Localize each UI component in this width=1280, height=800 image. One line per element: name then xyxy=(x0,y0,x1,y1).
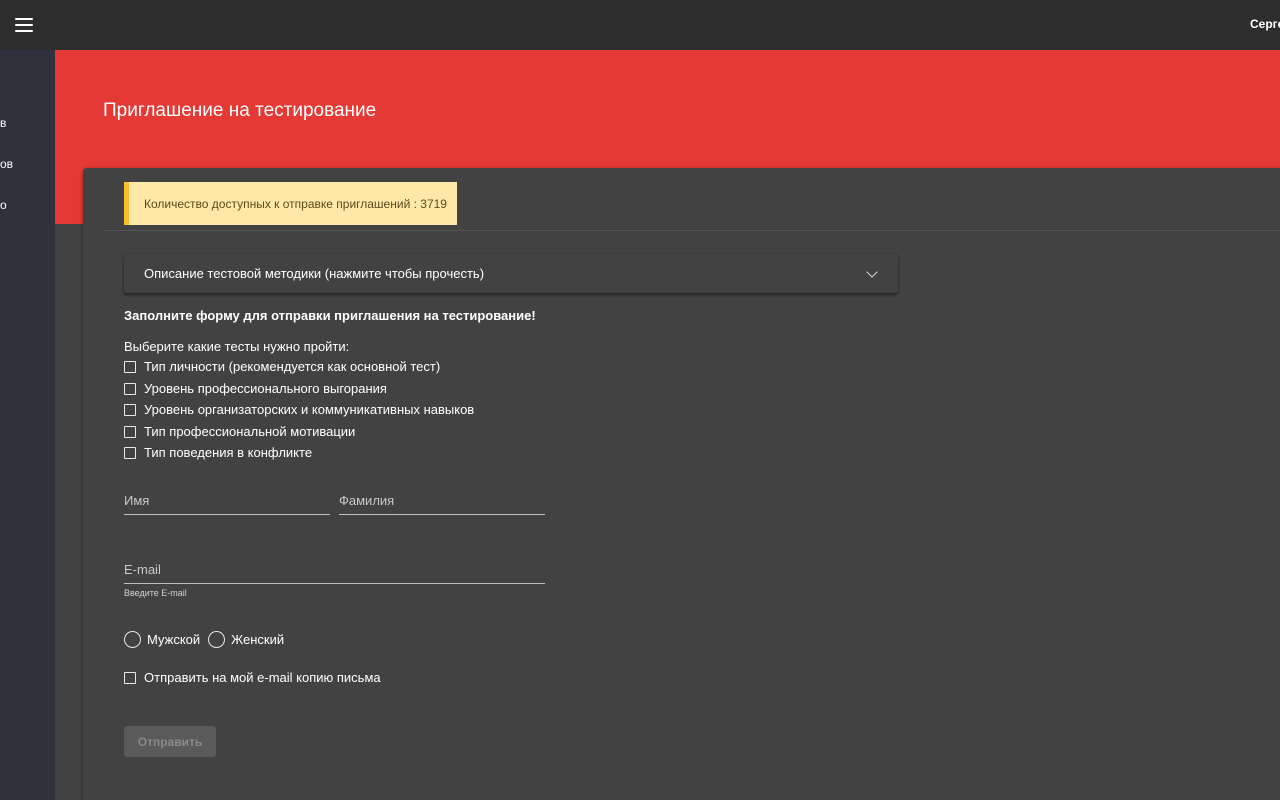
sidebar-header xyxy=(0,0,55,50)
gender-radio-male[interactable]: Мужской xyxy=(124,631,200,648)
radio-button[interactable] xyxy=(208,631,226,648)
send-copy-checkbox[interactable]: Отправить на мой e-mail копию письма xyxy=(124,670,381,685)
expander-label: Описание тестовой методики (нажмите чтоб… xyxy=(144,266,485,281)
first-name-input[interactable] xyxy=(124,489,330,515)
page-title: Приглашение на тестирование xyxy=(103,100,377,121)
checkbox[interactable] xyxy=(124,425,136,438)
checkbox[interactable] xyxy=(124,403,136,416)
sidebar-item-label: ов xyxy=(0,157,14,171)
form-heading: Заполните форму для отправки приглашения… xyxy=(124,308,536,323)
email-helper-text: Введите E-mail xyxy=(124,588,187,598)
last-name-field xyxy=(339,489,545,515)
checkbox-label: Тип поведения в конфликте xyxy=(144,445,313,460)
method-description-expander[interactable]: Описание тестовой методики (нажмите чтоб… xyxy=(124,254,898,293)
invitations-count-alert: Количество доступных к отправке приглаше… xyxy=(124,182,457,225)
sidebar-item-label: о xyxy=(0,198,7,212)
sidebar-item-3[interactable]: о xyxy=(0,194,55,218)
divider xyxy=(104,230,1280,231)
checkbox[interactable] xyxy=(124,671,136,684)
submit-button[interactable]: Отправить xyxy=(124,726,216,757)
checkbox[interactable] xyxy=(124,360,136,373)
radio-button[interactable] xyxy=(124,631,141,648)
sidebar-item-1[interactable]: в xyxy=(0,112,55,136)
sidebar-item-label: в xyxy=(0,116,7,130)
test-checkbox-motivation[interactable]: Тип профессиональной мотивации xyxy=(124,424,355,439)
checkbox[interactable] xyxy=(124,446,136,459)
first-name-field xyxy=(124,489,330,515)
email-input[interactable] xyxy=(124,558,545,584)
checkbox-label: Отправить на мой e-mail копию письма xyxy=(144,670,381,685)
gender-radio-group: Мужской Женский xyxy=(124,631,292,648)
test-checkbox-conflict[interactable]: Тип поведения в конфликте xyxy=(124,445,312,460)
user-name[interactable]: Серге xyxy=(1250,17,1280,31)
radio-label: Женский xyxy=(231,632,285,647)
tests-label: Выберите какие тесты нужно пройти: xyxy=(124,339,350,354)
email-field xyxy=(124,558,545,584)
chevron-down-icon xyxy=(866,266,878,278)
test-checkbox-organizational-skills[interactable]: Уровень организаторских и коммуникативны… xyxy=(124,402,474,417)
test-checkbox-burnout[interactable]: Уровень профессионального выгорания xyxy=(124,381,387,396)
checkbox-label: Тип профессиональной мотивации xyxy=(144,424,356,439)
gender-radio-female[interactable]: Женский xyxy=(208,631,284,648)
radio-label: Мужской xyxy=(147,632,201,647)
hamburger-menu-icon[interactable] xyxy=(14,18,33,32)
invitation-card: Количество доступных к отправке приглаше… xyxy=(83,168,1280,800)
last-name-input[interactable] xyxy=(339,489,545,515)
checkbox-label: Уровень организаторских и коммуникативны… xyxy=(144,402,475,417)
sidebar-item-2[interactable]: ов xyxy=(0,153,55,177)
checkbox-label: Уровень профессионального выгорания xyxy=(144,381,387,396)
checkbox[interactable] xyxy=(124,382,136,395)
test-checkbox-personality[interactable]: Тип личности (рекомендуется как основной… xyxy=(124,359,440,374)
checkbox-label: Тип личности (рекомендуется как основной… xyxy=(144,359,441,374)
alert-text: Количество доступных к отправке приглаше… xyxy=(144,196,447,211)
top-app-bar: Серге xyxy=(55,0,1280,50)
sidebar: в ов о xyxy=(0,0,55,800)
